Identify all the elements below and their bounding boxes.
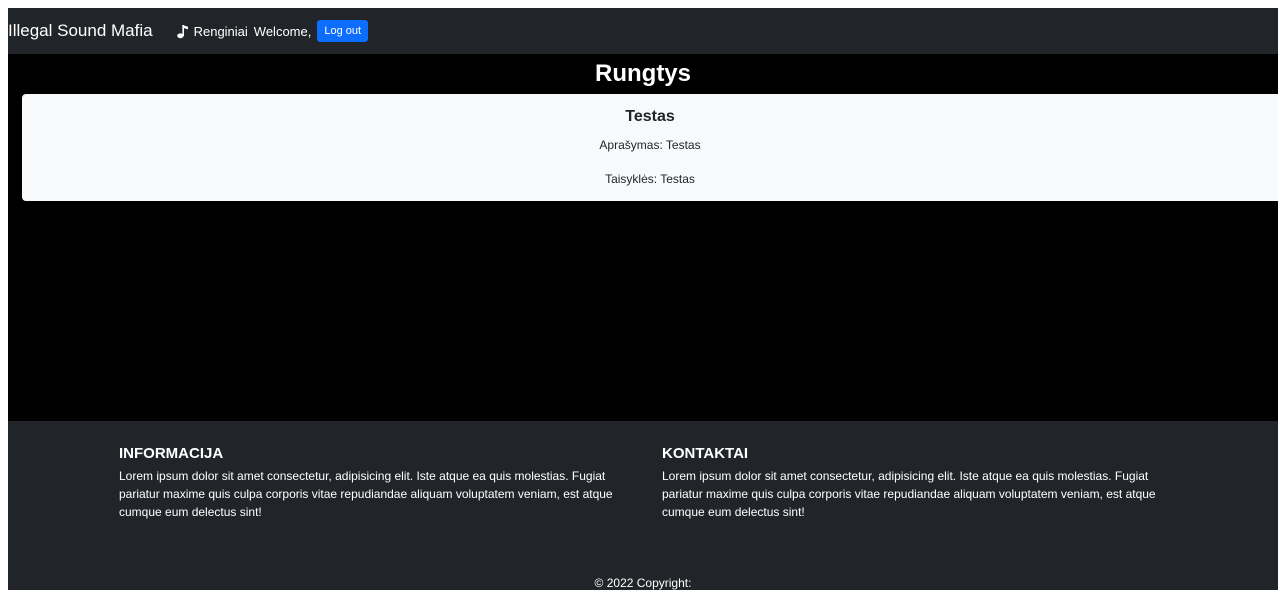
footer-contacts-text: Lorem ipsum dolor sit amet consectetur, …	[662, 469, 1156, 519]
logout-button[interactable]: Log out	[317, 20, 369, 42]
footer-info-text: Lorem ipsum dolor sit amet consectetur, …	[119, 469, 613, 519]
nav-link-label: Renginiai	[193, 23, 248, 39]
footer-info-section: INFORMACIJA Lorem ipsum dolor sit amet c…	[119, 445, 629, 521]
main-content: Rungtys Testas Aprašymas: Testas Taisykl…	[8, 54, 1278, 421]
footer-contacts-heading: KONTAKTAI	[662, 445, 749, 462]
footer: INFORMACIJA Lorem ipsum dolor sit amet c…	[8, 421, 1278, 590]
copyright-text: © 2022 Copyright:	[594, 576, 692, 590]
footer-info-heading: INFORMACIJA	[119, 445, 224, 462]
welcome-text: Welcome,	[253, 23, 312, 39]
navbar: Illegal Sound Mafia Renginiai Welcome, L…	[8, 8, 1278, 54]
card-title: Testas	[625, 108, 675, 125]
card-rules: Taisyklės: Testas	[605, 172, 695, 186]
footer-contacts-section: KONTAKTAI Lorem ipsum dolor sit amet con…	[662, 445, 1172, 521]
brand-link[interactable]: Illegal Sound Mafia	[8, 21, 153, 41]
page: Illegal Sound Mafia Renginiai Welcome, L…	[8, 8, 1278, 590]
music-note-icon	[176, 24, 189, 39]
card-description: Aprašymas: Testas	[599, 138, 701, 152]
page-title: Rungtys	[595, 60, 691, 87]
event-card: Testas Aprašymas: Testas Taisyklės: Test…	[22, 94, 1278, 201]
nav-link-renginiai[interactable]: Renginiai	[176, 23, 248, 39]
